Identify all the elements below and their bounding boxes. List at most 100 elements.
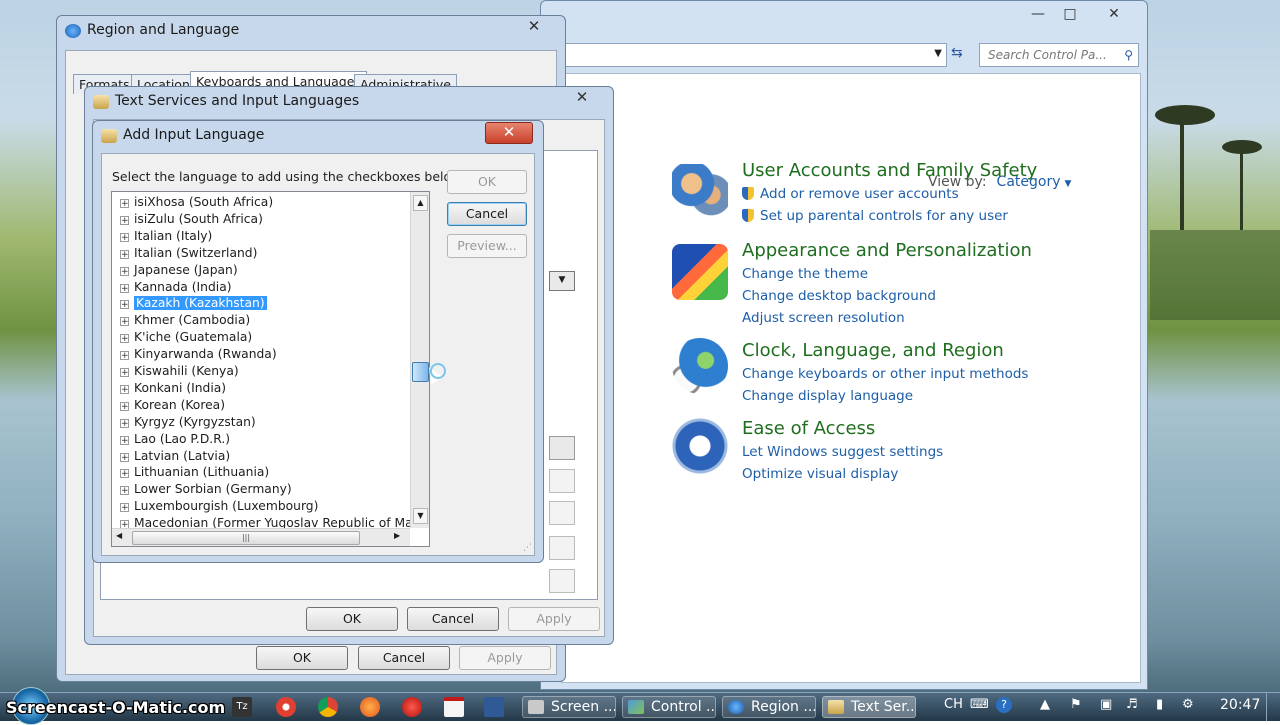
- taskbar-item[interactable]: Screen ...: [522, 696, 616, 718]
- show-desktop-button[interactable]: [1266, 693, 1280, 721]
- list-item[interactable]: + Lower Sorbian (Germany): [120, 481, 292, 498]
- category-heading[interactable]: User Accounts and Family Safety: [742, 160, 1037, 181]
- list-item[interactable]: + Kyrgyz (Kyrgyzstan): [120, 414, 256, 431]
- close-button[interactable]: ✕: [485, 122, 533, 144]
- expand-plus-icon[interactable]: +: [120, 452, 129, 462]
- category-link[interactable]: Change keyboards or other input methods: [742, 366, 1028, 382]
- chrome-icon[interactable]: [318, 697, 338, 717]
- pdf-icon[interactable]: [444, 697, 464, 717]
- chevron-down-icon[interactable]: ▼: [1065, 179, 1072, 189]
- expand-plus-icon[interactable]: +: [120, 351, 129, 361]
- firefox-icon[interactable]: [360, 697, 380, 717]
- expand-plus-icon[interactable]: +: [120, 266, 129, 276]
- list-item[interactable]: + Italian (Switzerland): [120, 245, 257, 262]
- search-input[interactable]: Search Control Pa... ⚲: [979, 43, 1139, 67]
- expand-plus-icon[interactable]: +: [120, 300, 129, 310]
- side-button[interactable]: [549, 501, 575, 525]
- taskbar-item[interactable]: Region ...: [722, 696, 816, 718]
- category-link[interactable]: Adjust screen resolution: [742, 310, 905, 326]
- minimize-button[interactable]: —: [1021, 5, 1055, 25]
- chevron-down-icon[interactable]: ▼: [934, 48, 942, 59]
- network-icon[interactable]: ▣: [1100, 697, 1112, 712]
- list-item[interactable]: + Italian (Italy): [120, 228, 212, 245]
- pinned-app-icon[interactable]: [276, 697, 296, 717]
- signal-icon[interactable]: ▮: [1156, 697, 1163, 712]
- close-button[interactable]: ✕: [513, 17, 555, 37]
- list-item[interactable]: + Kazakh (Kazakhstan): [120, 295, 268, 312]
- list-item[interactable]: + Lithuanian (Lithuania): [120, 464, 269, 481]
- category-link[interactable]: Change the theme: [742, 266, 868, 282]
- list-item[interactable]: + isiZulu (South Africa): [120, 211, 263, 228]
- expand-plus-icon[interactable]: +: [120, 486, 129, 496]
- list-item[interactable]: + Kinyarwanda (Rwanda): [120, 346, 277, 363]
- search-icon[interactable]: ⚲: [1124, 44, 1133, 66]
- taskbar-item[interactable]: Text Ser...: [822, 696, 916, 718]
- side-button[interactable]: [549, 569, 575, 593]
- cancel-button[interactable]: Cancel: [407, 607, 499, 631]
- expand-plus-icon[interactable]: +: [120, 418, 129, 428]
- list-item[interactable]: + Korean (Korea): [120, 397, 225, 414]
- clock[interactable]: 20:47: [1220, 697, 1260, 713]
- expand-plus-icon[interactable]: +: [120, 435, 129, 445]
- apply-button[interactable]: Apply: [508, 607, 600, 631]
- category-heading[interactable]: Appearance and Personalization: [742, 240, 1032, 261]
- horizontal-scrollbar[interactable]: ◀ ||| ▶: [112, 528, 410, 546]
- tray-icon[interactable]: ⚙: [1182, 697, 1194, 712]
- cancel-button[interactable]: Cancel: [358, 646, 450, 670]
- category-link[interactable]: Change display language: [742, 388, 913, 404]
- side-button[interactable]: [549, 469, 575, 493]
- language-tree-list[interactable]: + isiXhosa (South Africa) + isiZulu (South …: [111, 191, 430, 547]
- category-link[interactable]: Set up parental controls for any user: [742, 208, 1008, 224]
- expand-plus-icon[interactable]: +: [120, 232, 129, 242]
- ok-button[interactable]: OK: [306, 607, 398, 631]
- taskbar-item[interactable]: Control ...: [622, 696, 716, 718]
- expand-plus-icon[interactable]: +: [120, 317, 129, 327]
- list-item[interactable]: + Konkani (India): [120, 380, 226, 397]
- list-item[interactable]: + Luxembourgish (Luxembourg): [120, 498, 318, 515]
- list-item[interactable]: + Khmer (Cambodia): [120, 312, 250, 329]
- opera-icon[interactable]: [402, 697, 422, 717]
- speaker-icon[interactable]: ♬: [1126, 697, 1138, 712]
- address-bar[interactable]: ▼: [541, 43, 947, 67]
- list-item[interactable]: + Lao (Lao P.D.R.): [120, 431, 230, 448]
- list-item[interactable]: + Japanese (Japan): [120, 262, 238, 279]
- category-link[interactable]: Add or remove user accounts: [742, 186, 959, 202]
- list-item[interactable]: + Kannada (India): [120, 279, 232, 296]
- vertical-scrollbar[interactable]: ▲ ▼: [410, 192, 429, 528]
- expand-plus-icon[interactable]: +: [120, 469, 129, 479]
- category-heading[interactable]: Clock, Language, and Region: [742, 340, 1004, 361]
- resize-grip-icon[interactable]: ⋰: [523, 543, 532, 553]
- chevron-down-icon[interactable]: ▼: [549, 271, 575, 291]
- cancel-button[interactable]: Cancel: [447, 202, 527, 226]
- keyboard-layout-icon[interactable]: ⌨: [970, 697, 989, 712]
- maximize-button[interactable]: □: [1053, 5, 1087, 25]
- pinned-app-icon[interactable]: [484, 697, 504, 717]
- expand-plus-icon[interactable]: +: [120, 283, 129, 293]
- list-item[interactable]: + Latvian (Latvia): [120, 448, 230, 465]
- close-button[interactable]: ✕: [561, 88, 603, 108]
- scroll-right-arrow-icon[interactable]: ▶: [394, 531, 400, 540]
- expand-plus-icon[interactable]: +: [120, 334, 129, 344]
- list-item[interactable]: + isiXhosa (South Africa): [120, 194, 273, 211]
- scroll-thumb[interactable]: |||: [132, 531, 360, 545]
- side-button[interactable]: [549, 436, 575, 460]
- category-link[interactable]: Change desktop background: [742, 288, 936, 304]
- list-item[interactable]: + K'iche (Guatemala): [120, 329, 252, 346]
- close-button[interactable]: ✕: [1097, 5, 1131, 25]
- scroll-down-arrow-icon[interactable]: ▼: [413, 508, 428, 524]
- chevron-up-icon[interactable]: ▲: [1040, 697, 1050, 712]
- preview-button[interactable]: Preview...: [447, 234, 527, 258]
- list-item[interactable]: + Kiswahili (Kenya): [120, 363, 239, 380]
- expand-plus-icon[interactable]: +: [120, 249, 129, 259]
- expand-plus-icon[interactable]: +: [120, 384, 129, 394]
- scroll-up-arrow-icon[interactable]: ▲: [413, 195, 428, 211]
- ok-button[interactable]: OK: [256, 646, 348, 670]
- category-heading[interactable]: Ease of Access: [742, 418, 875, 439]
- refresh-icon[interactable]: ⇆: [951, 45, 963, 61]
- side-button[interactable]: [549, 536, 575, 560]
- scroll-left-arrow-icon[interactable]: ◀: [116, 531, 122, 540]
- ok-button[interactable]: OK: [447, 170, 527, 194]
- expand-plus-icon[interactable]: +: [120, 503, 129, 513]
- apply-button[interactable]: Apply: [459, 646, 551, 670]
- expand-plus-icon[interactable]: +: [120, 199, 129, 209]
